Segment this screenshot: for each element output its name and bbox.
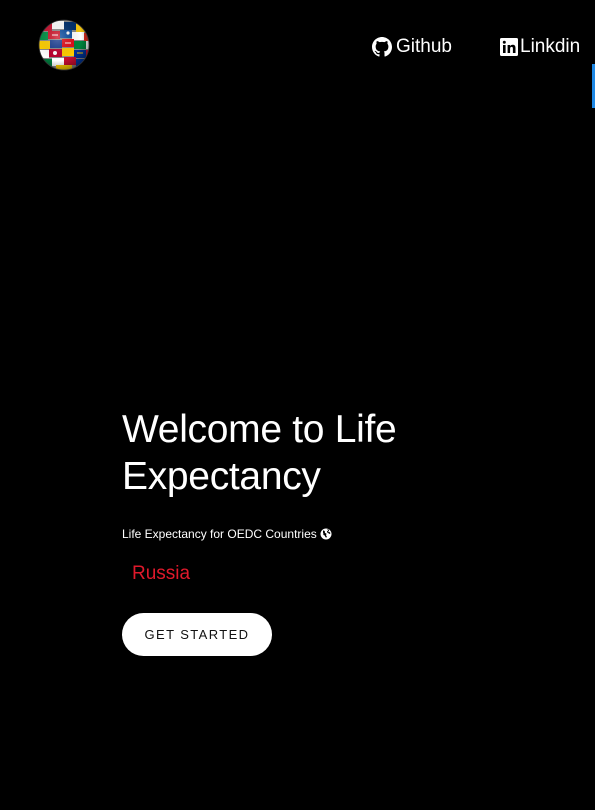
get-started-button[interactable]: GET STARTED xyxy=(122,613,272,656)
linkedin-icon xyxy=(500,38,518,56)
rotating-country-text: Russia xyxy=(132,563,191,584)
github-link[interactable]: Github xyxy=(372,34,452,60)
hero-section: Welcome to Life Expectancy Life Expectan… xyxy=(122,406,542,656)
page: Github Linkdin Welcome to Life Expectanc… xyxy=(0,0,595,810)
hero-subtitle: Life Expectancy for OEDC Countries xyxy=(122,526,542,542)
github-label: Github xyxy=(396,36,452,57)
linkedin-link[interactable]: Linkdin xyxy=(499,34,580,60)
hero-subtitle-text: Life Expectancy for OEDC Countries xyxy=(122,527,317,541)
globe-icon xyxy=(320,528,332,540)
hero-title: Welcome to Life Expectancy xyxy=(122,408,397,498)
top-nav: Github Linkdin xyxy=(0,34,595,62)
linkedin-label: Linkdin xyxy=(520,36,581,57)
github-icon xyxy=(372,37,392,57)
